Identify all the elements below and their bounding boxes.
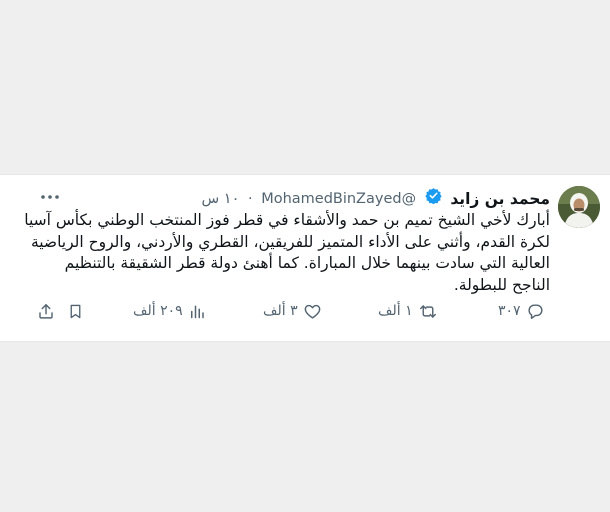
retweet-count: ١ ألف <box>378 303 413 319</box>
reply-count: ٣٠٧ <box>498 303 521 319</box>
handle[interactable]: @MohamedBinZayed <box>261 188 416 210</box>
views-icon <box>188 302 206 321</box>
tweet-text-line: الناجح للبطولة. <box>453 275 550 294</box>
retweet-icon <box>418 302 438 321</box>
views-button[interactable]: ٢٠٩ ألف <box>133 299 206 323</box>
separator-dot: · <box>247 191 253 207</box>
tweet-header: محمد بن زايد @MohamedBinZayed · ١٠ س <box>201 187 550 211</box>
like-count: ٣ ألف <box>263 303 298 319</box>
share-button[interactable] <box>37 299 55 323</box>
tweet-text: أبارك لأخي الشيخ تميم بن حمد والأشقاء في… <box>24 210 550 296</box>
bookmark-button[interactable] <box>67 299 84 323</box>
reply-button[interactable]: ٣٠٧ <box>498 299 545 323</box>
heart-icon <box>303 302 322 321</box>
tweet-text-line: العالية التي سادت بينهما خلال المباراة. … <box>64 254 550 272</box>
reply-icon <box>526 302 545 321</box>
tweet-text-line: لكرة القدم، وأثني على الأداء المتميز للف… <box>30 232 550 251</box>
bookmark-icon <box>67 302 84 321</box>
tweet-card[interactable]: محمد بن زايد @MohamedBinZayed · ١٠ س أبا… <box>0 174 610 342</box>
retweet-button[interactable]: ١ ألف <box>378 299 438 323</box>
like-button[interactable]: ٣ ألف <box>263 299 322 323</box>
more-dots-icon[interactable] <box>40 189 60 205</box>
verified-badge-icon <box>425 187 442 211</box>
tweet-text-line: أبارك لأخي الشيخ تميم بن حمد والأشقاء في… <box>24 211 550 229</box>
share-icon <box>37 302 55 321</box>
timestamp[interactable]: ١٠ س <box>201 188 239 210</box>
views-count: ٢٠٩ ألف <box>133 303 183 319</box>
avatar[interactable] <box>558 186 600 228</box>
action-bar: ٣٠٧ ١ ألف ٣ ألف ٢٠٩ ألف <box>0 299 610 323</box>
display-name[interactable]: محمد بن زايد <box>450 188 550 210</box>
